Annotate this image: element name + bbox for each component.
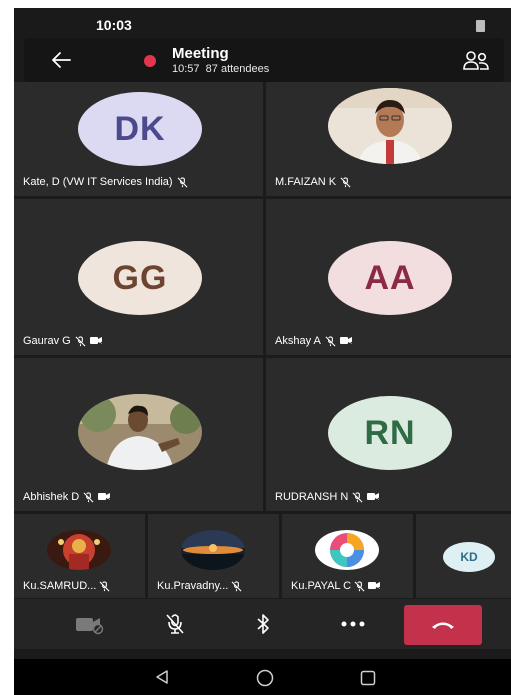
- mic-off-icon: [99, 580, 110, 591]
- meeting-duration: 10:57: [172, 63, 200, 75]
- mic-off-icon: [325, 335, 336, 346]
- nav-home-icon[interactable]: [256, 669, 274, 687]
- avatar: AA: [328, 241, 452, 315]
- participant-name: Gaurav G: [23, 335, 103, 347]
- participant-name-label: Akshay A: [275, 335, 321, 347]
- mic-off-icon: [166, 614, 184, 634]
- avatar: GG: [78, 241, 202, 315]
- bluetooth-button[interactable]: [247, 599, 279, 649]
- mic-off-icon: [352, 491, 363, 502]
- participant-tile[interactable]: RN RUDRANSH N: [266, 358, 511, 511]
- participant-name: Kate, D (VW IT Services India): [23, 176, 188, 188]
- camera-off-icon: [367, 493, 380, 502]
- avatar: RN: [328, 396, 452, 470]
- participant-thumbnail[interactable]: KD: [416, 514, 511, 598]
- participant-thumbnail[interactable]: Ku.Pravadny...: [148, 514, 279, 598]
- participant-thumbnail[interactable]: Ku.PAYAL C: [282, 514, 413, 598]
- avatar: DK: [78, 92, 202, 166]
- participant-name-label: Ku.PAYAL C: [291, 580, 352, 592]
- avatar-photo: [181, 530, 245, 570]
- status-time: 10:03: [96, 17, 132, 33]
- mic-off-icon: [231, 580, 242, 591]
- meeting-title: Meeting: [172, 45, 229, 62]
- participant-name: Ku.PAYAL C: [291, 580, 381, 592]
- avatar: KD: [443, 542, 495, 572]
- avatar-photo: [328, 88, 452, 164]
- hang-up-icon: [432, 622, 454, 629]
- camera-toggle-button[interactable]: [69, 599, 111, 649]
- system-navigation-bar: [14, 659, 511, 695]
- nav-back-icon[interactable]: [154, 669, 170, 685]
- more-icon: [341, 621, 365, 627]
- avatar-photo: [78, 394, 202, 470]
- mic-off-icon: [83, 491, 94, 502]
- camera-off-icon: [368, 582, 381, 591]
- participant-name: RUDRANSH N: [275, 491, 380, 503]
- camera-off-icon: [76, 618, 104, 635]
- participant-name-label: Gaurav G: [23, 335, 71, 347]
- participant-name-label: RUDRANSH N: [275, 491, 349, 503]
- participant-name: Akshay A: [275, 335, 353, 347]
- meeting-subtitle: 10:57 87 attendees: [172, 63, 269, 75]
- camera-off-icon: [89, 337, 103, 346]
- hang-up-button[interactable]: [404, 605, 482, 645]
- camera-off-icon: [98, 493, 111, 502]
- participants-icon[interactable]: [462, 48, 490, 74]
- avatar-photo: [315, 530, 379, 570]
- participant-name-label: Ku.SAMRUD...: [23, 580, 97, 592]
- participant-name: Abhishek D: [23, 491, 111, 503]
- phone-screen: 10:03 Meeting 10:57 87 attendees DK Kate…: [14, 8, 511, 695]
- participant-name-label: M.FAIZAN K: [275, 176, 337, 188]
- participant-tile[interactable]: DK Kate, D (VW IT Services India): [14, 82, 263, 196]
- camera-off-icon: [339, 337, 353, 346]
- participant-tile[interactable]: GG Gaurav G: [14, 199, 263, 355]
- mute-button[interactable]: [154, 599, 196, 649]
- attendee-count: 87 attendees: [205, 63, 270, 75]
- participant-name-label: Ku.Pravadny...: [157, 580, 229, 592]
- participant-tile[interactable]: M.FAIZAN K: [266, 82, 511, 196]
- avatar-photo: [47, 530, 111, 570]
- bluetooth-icon: [257, 614, 269, 634]
- mic-off-icon: [354, 580, 365, 591]
- participant-thumbnail[interactable]: Ku.SAMRUD...: [14, 514, 145, 598]
- mic-off-icon: [177, 176, 188, 187]
- participant-name: M.FAIZAN K: [275, 176, 351, 188]
- recording-indicator-icon: [144, 55, 156, 67]
- battery-icon: [476, 20, 485, 32]
- participant-name: Ku.SAMRUD...: [23, 580, 110, 592]
- participant-tile[interactable]: AA Akshay A: [266, 199, 511, 355]
- nav-recents-icon[interactable]: [360, 670, 376, 686]
- back-arrow-icon[interactable]: [48, 47, 74, 73]
- mic-off-icon: [340, 176, 351, 187]
- participant-name-label: Abhishek D: [23, 491, 80, 503]
- more-options-button[interactable]: [332, 599, 374, 649]
- participant-name-label: Kate, D (VW IT Services India): [23, 176, 173, 188]
- call-controls: [14, 599, 511, 649]
- participant-name: Ku.Pravadny...: [157, 580, 242, 592]
- mic-off-icon: [75, 335, 86, 346]
- meeting-header: Meeting 10:57 87 attendees: [24, 38, 504, 82]
- participant-tile[interactable]: Abhishek D: [14, 358, 263, 511]
- status-bar: 10:03: [14, 8, 511, 38]
